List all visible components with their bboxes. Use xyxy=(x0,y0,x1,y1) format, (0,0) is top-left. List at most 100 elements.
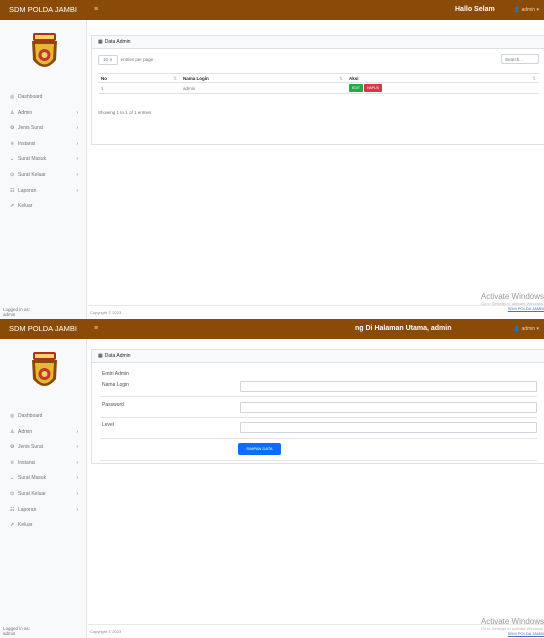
sidebar-item-label: Jenis Surat xyxy=(18,444,44,451)
chevron-right-icon: › xyxy=(76,156,78,163)
footer: Copyright © 2023 xyxy=(88,624,544,638)
menu-toggle-icon[interactable]: ≡ xyxy=(94,319,98,339)
entries-length: 10 ∨ entries per page xyxy=(98,55,153,65)
column-header-aksi[interactable]: Aksi ⇅ xyxy=(346,73,539,83)
sidebar-item-keluar[interactable]: ⇗ Keluar xyxy=(0,199,86,215)
outbox-icon: ⊙ xyxy=(10,171,15,178)
top-navbar: SDM POLDA JAMBI ≡ ng Di Halaman Utama, a… xyxy=(0,319,544,339)
dashboard-icon: ◎ xyxy=(10,413,15,419)
chevron-right-icon: › xyxy=(76,125,78,132)
column-header-label: Aksi xyxy=(349,75,359,81)
user-name: admin xyxy=(521,7,536,13)
sidebar-item-jenis-surat[interactable]: ⚙ Jenis Surat › xyxy=(0,121,86,137)
sidebar-item-admin[interactable]: ♙ Admin › xyxy=(0,106,86,122)
chevron-right-icon: › xyxy=(76,506,78,513)
logged-in-info: Logged in as: admin xyxy=(3,307,30,317)
chevron-right-icon: › xyxy=(76,444,78,451)
user-icon: ♙ xyxy=(10,109,15,116)
screenshot-admin-form: SDM POLDA JAMBI ≡ ng Di Halaman Utama, a… xyxy=(0,319,544,638)
field-label-level: Level xyxy=(102,422,114,428)
search-input[interactable] xyxy=(501,54,539,64)
sort-icon: ⇅ xyxy=(173,75,177,81)
user-menu[interactable]: 👤 admin ▾ xyxy=(514,319,539,339)
gear-icon: ⚙ xyxy=(10,125,15,132)
sidebar-item-admin[interactable]: ♙ Admin › xyxy=(0,425,86,441)
dashboard-icon: ◎ xyxy=(10,94,15,100)
report-icon: ☷ xyxy=(10,187,15,194)
sidebar-item-instansi[interactable]: ♕ Instansi › xyxy=(0,137,86,153)
chevron-right-icon: › xyxy=(76,475,78,482)
sidebar: ◎ Dashboard ♙ Admin › ⚙ Jenis Surat › ♕ Inst… xyxy=(0,339,87,638)
screenshot-admin-list: SDM POLDA JAMBI ≡ Hallo Selam 👤 admin ▾ … xyxy=(0,0,544,319)
chevron-right-icon: › xyxy=(76,490,78,497)
sidebar-item-label: Instansi xyxy=(18,459,36,466)
outbox-icon: ⊙ xyxy=(10,490,15,497)
brand-title[interactable]: SDM POLDA JAMBI xyxy=(0,0,87,20)
chevron-down-icon: ∨ xyxy=(109,57,113,62)
delete-button[interactable]: HAPUS xyxy=(363,84,383,92)
cell-no: 1 xyxy=(98,82,180,94)
sidebar-item-jenis-surat[interactable]: ⚙ Jenis Surat › xyxy=(0,440,86,456)
column-header-no[interactable]: No ⇅ xyxy=(98,73,180,83)
user-menu[interactable]: 👤 admin ▾ xyxy=(514,0,539,20)
field-label-password: Password xyxy=(102,402,124,408)
column-header-label: No xyxy=(101,75,107,81)
menu-toggle-icon[interactable]: ≡ xyxy=(94,0,98,20)
sidebar-item-label: Laporan xyxy=(18,506,37,513)
cell-aksi: EDIT HAPUS xyxy=(346,82,539,94)
chevron-right-icon: › xyxy=(76,428,78,435)
sidebar-item-laporan[interactable]: ☷ Laporan › xyxy=(0,184,86,200)
edit-button[interactable]: EDIT xyxy=(349,84,363,92)
logout-icon: ⇗ xyxy=(10,522,15,529)
nama-login-input[interactable] xyxy=(240,381,537,392)
sidebar-item-label: Admin xyxy=(18,428,33,435)
logout-icon: ⇗ xyxy=(10,203,15,210)
sidebar-item-surat-keluar[interactable]: ⊙ Surat Keluar › xyxy=(0,168,86,184)
gear-icon: ⚙ xyxy=(10,444,15,451)
chevron-right-icon: › xyxy=(76,459,78,466)
sidebar: ◎ Dashboard ♙ Admin › ⚙ Jenis Surat › ♕ Inst… xyxy=(0,20,87,319)
sidebar-item-instansi[interactable]: ♕ Instansi › xyxy=(0,456,86,472)
sidebar-item-surat-masuk[interactable]: ⌄ Surat Masuk › xyxy=(0,152,86,168)
cell-nama-login: admin xyxy=(180,82,346,94)
sidebar-item-label: Surat Masuk xyxy=(18,156,47,163)
column-header-nama-login[interactable]: Nama Login ⇅ xyxy=(180,73,346,83)
sidebar-item-label: Admin xyxy=(18,109,33,116)
table-info: Showing 1 to 1 of 1 entries xyxy=(98,110,152,115)
table-header-row: No ⇅ Nama Login ⇅ Aksi ⇅ xyxy=(98,73,539,83)
sidebar-item-label: Dashboard xyxy=(18,413,43,419)
user-icon: ♙ xyxy=(10,428,15,435)
save-button[interactable]: SIMPAN DATA xyxy=(238,443,281,455)
sidebar-item-surat-keluar[interactable]: ⊙ Surat Keluar › xyxy=(0,487,86,503)
card-header: ▦ Data Admin xyxy=(92,36,544,49)
data-admin-form-card: ▦ Data Admin Emtri Admin Nama Login Passw… xyxy=(91,349,544,464)
table-icon: ▦ xyxy=(98,39,103,45)
table-icon: ▦ xyxy=(98,353,103,359)
entries-per-page-select[interactable]: 10 ∨ xyxy=(98,55,118,65)
sidebar-item-laporan[interactable]: ☷ Laporan › xyxy=(0,503,86,519)
sidebar-item-label: Instansi xyxy=(18,140,36,147)
chevron-right-icon: › xyxy=(76,187,78,194)
password-input[interactable] xyxy=(240,402,537,413)
sidebar-item-keluar[interactable]: ⇗ Keluar xyxy=(0,518,86,534)
main-content: ▦Data Admin 10 ∨entries per page No ⇅ Nam… xyxy=(88,20,544,319)
sidebar-item-surat-masuk[interactable]: ⌄ Surat Masuk › xyxy=(0,471,86,487)
divider xyxy=(100,438,537,439)
sidebar-item-dashboard[interactable]: ◎ Dashboard xyxy=(0,409,86,425)
sidebar-menu: ◎ Dashboard ♙ Admin › ⚙ Jenis Surat › ♕ Inst… xyxy=(0,409,86,534)
admin-table: No ⇅ Nama Login ⇅ Aksi ⇅ 1 admin EDIT HAPUS xyxy=(98,73,539,94)
chevron-down-icon: ▾ xyxy=(536,326,539,332)
sidebar-item-dashboard[interactable]: ◎ Dashboard xyxy=(0,90,86,106)
polda-logo-icon xyxy=(32,352,57,386)
chevron-down-icon: ▾ xyxy=(536,7,539,13)
sidebar-item-label: Keluar xyxy=(18,522,33,529)
brand-title[interactable]: SDM POLDA JAMBI xyxy=(0,319,87,339)
level-input[interactable] xyxy=(240,422,537,433)
top-navbar: SDM POLDA JAMBI ≡ Hallo Selam 👤 admin ▾ xyxy=(0,0,544,20)
building-icon: ♕ xyxy=(10,459,15,466)
sidebar-menu: ◎ Dashboard ♙ Admin › ⚙ Jenis Surat › ♕ Inst… xyxy=(0,90,86,215)
chevron-right-icon: › xyxy=(76,109,78,116)
user-icon: 👤 xyxy=(513,326,521,332)
divider xyxy=(100,460,537,461)
report-icon: ☷ xyxy=(10,506,15,513)
